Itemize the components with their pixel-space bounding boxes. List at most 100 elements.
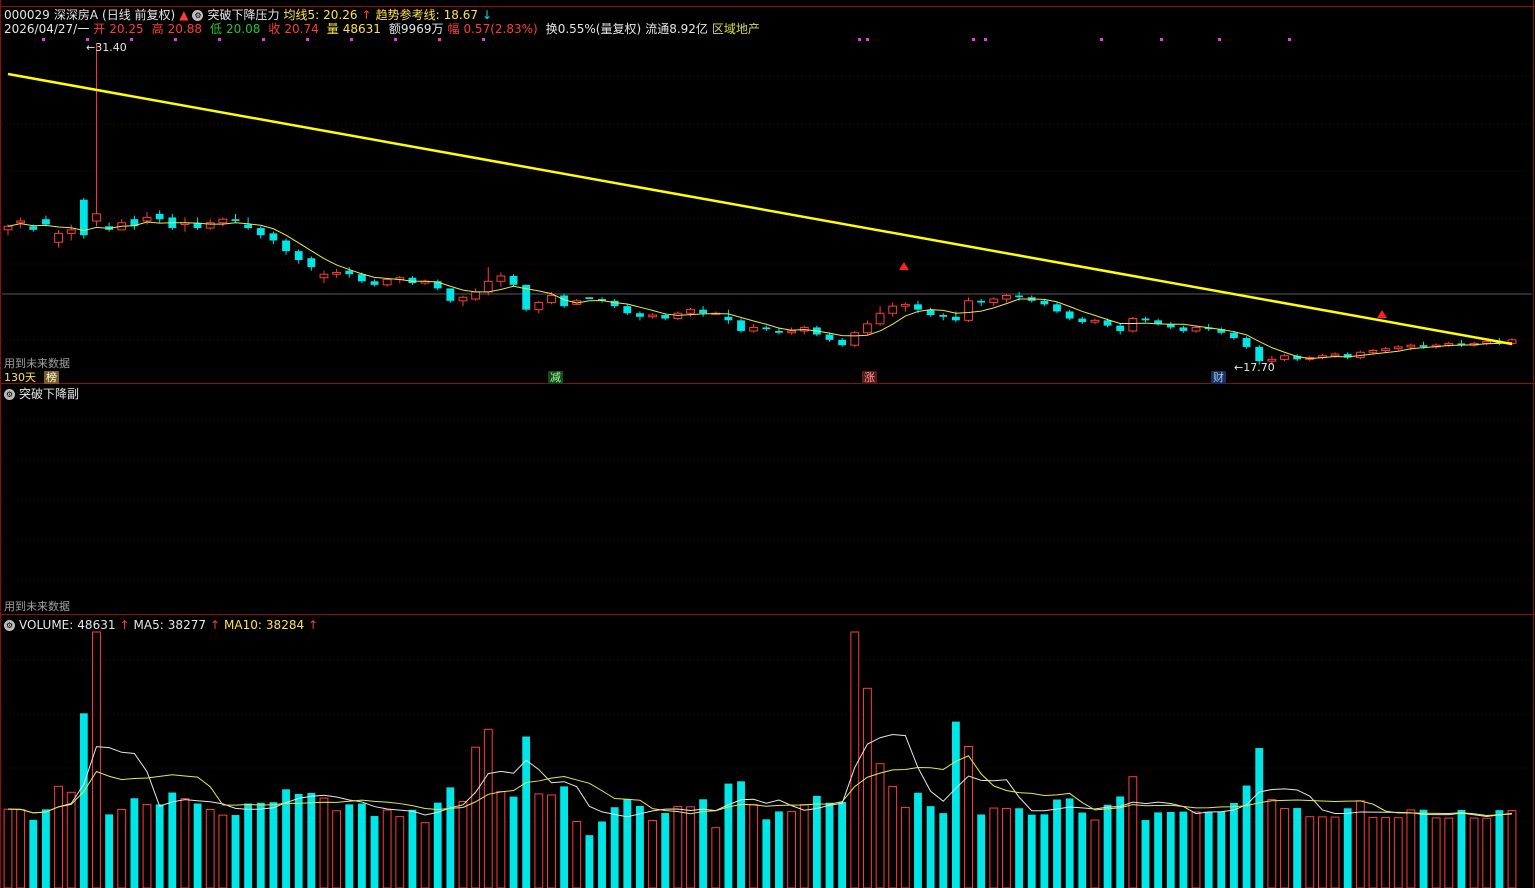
candle-body xyxy=(661,315,670,319)
tag-jian[interactable]: 减 xyxy=(548,371,563,384)
volume-bar xyxy=(3,808,13,888)
candle-body xyxy=(332,271,342,275)
candle-body xyxy=(775,330,783,333)
candle-body xyxy=(686,309,695,314)
volume-bar xyxy=(66,791,76,888)
volume-bar xyxy=(105,814,114,888)
volume-bar xyxy=(458,800,468,888)
volume-bar xyxy=(522,736,531,888)
volume-bar xyxy=(29,819,38,888)
candle-body xyxy=(1078,318,1087,323)
volume-bar xyxy=(180,798,190,888)
volume-bar xyxy=(471,746,481,888)
volume-bar xyxy=(41,809,50,888)
volume-bar xyxy=(269,802,278,888)
volume-bar xyxy=(357,803,366,888)
volume-bar xyxy=(446,787,455,888)
sub-settings-circle-icon[interactable]: ⚙ xyxy=(4,389,15,400)
candle-body xyxy=(357,274,366,282)
vol-ma5-arrow-icon: ↑ xyxy=(209,618,221,632)
volume-bar xyxy=(307,792,316,888)
candle-body xyxy=(1381,348,1391,351)
volume-bar xyxy=(1204,811,1213,888)
candle-body xyxy=(269,233,278,241)
candle-body xyxy=(1116,325,1125,331)
candle-body xyxy=(1053,304,1061,312)
volume-bar xyxy=(951,721,960,888)
trend-line xyxy=(7,72,1513,346)
tag-bang[interactable]: 榜 xyxy=(44,371,59,384)
future-data-note-sub: 用到未来数据 xyxy=(4,600,70,613)
breakout-arrow-icon xyxy=(899,262,909,270)
days-label[interactable]: 130天 xyxy=(2,371,38,384)
signal-dot xyxy=(262,38,265,41)
candle-body xyxy=(446,288,455,301)
volume-bar xyxy=(926,806,935,888)
candle-body xyxy=(458,296,468,302)
tag-cai[interactable]: 财 xyxy=(1211,371,1226,384)
tag-zhang[interactable]: 涨 xyxy=(862,371,877,384)
volume-bar xyxy=(812,795,821,888)
volume-bar xyxy=(1355,800,1365,888)
volume-bar xyxy=(787,811,797,888)
price-chart[interactable] xyxy=(0,0,1535,888)
breakout-arrow-icon xyxy=(1377,310,1387,318)
candle-body xyxy=(509,275,518,285)
candle-body xyxy=(41,219,50,225)
candle-body xyxy=(900,303,910,307)
volume-bar xyxy=(1015,808,1024,888)
signal-dot xyxy=(1288,38,1291,41)
candle-body xyxy=(623,306,632,314)
volume-bar xyxy=(673,805,683,888)
vol-settings-circle-icon[interactable]: ⚙ xyxy=(4,620,15,631)
signal-dot xyxy=(130,38,133,41)
volume-bar xyxy=(1128,776,1138,888)
volume-bar xyxy=(244,803,253,888)
volume-bar xyxy=(989,807,999,888)
volume-bar xyxy=(168,792,177,888)
volume-bar xyxy=(623,799,632,888)
volume-bar xyxy=(1053,799,1061,888)
volume-bar xyxy=(509,796,518,888)
volume-bar xyxy=(420,822,430,888)
volume-bar xyxy=(1179,811,1188,888)
candle-body xyxy=(1242,338,1251,347)
volume-bar xyxy=(1027,814,1036,888)
volume-bar xyxy=(1280,808,1289,888)
candle-body xyxy=(256,228,265,236)
volume-bar xyxy=(1406,809,1416,888)
vol-up-arrow-icon: ↑ xyxy=(119,618,130,632)
volume-bar xyxy=(888,785,898,888)
volume-bar xyxy=(1103,804,1112,888)
volume-ma10-line xyxy=(7,755,1513,816)
volume-bar xyxy=(1078,812,1087,888)
volume-bar xyxy=(205,808,215,888)
volume-bar xyxy=(724,783,733,888)
volume-bar xyxy=(875,763,885,888)
candle-body xyxy=(92,213,101,222)
volume-bar xyxy=(193,803,202,888)
candle-body xyxy=(1280,355,1289,360)
candle-body xyxy=(1191,326,1201,332)
vol-ma10-label: MA10: xyxy=(224,618,262,632)
candle-body xyxy=(951,316,960,321)
volume-bar xyxy=(1065,798,1074,888)
vol-value: 48631 xyxy=(77,618,116,632)
volume-bar xyxy=(661,812,670,888)
vol-ma5-label: MA5: xyxy=(133,618,164,632)
volume-bar xyxy=(483,728,493,888)
candle-body xyxy=(1230,332,1238,339)
candle-body xyxy=(762,327,771,330)
volume-bar xyxy=(939,813,948,888)
candle-body xyxy=(825,334,834,340)
sub-panel-title[interactable]: 突破下降副 xyxy=(19,387,79,401)
volume-bar xyxy=(560,786,569,888)
signal-dot xyxy=(438,38,441,41)
candle-body xyxy=(1002,294,1011,300)
signal-dot xyxy=(174,38,177,41)
volume-bar xyxy=(319,797,329,888)
candle-body xyxy=(1419,345,1428,347)
candle-body xyxy=(875,312,885,325)
candle-body xyxy=(345,270,354,275)
candle-body xyxy=(16,220,26,224)
